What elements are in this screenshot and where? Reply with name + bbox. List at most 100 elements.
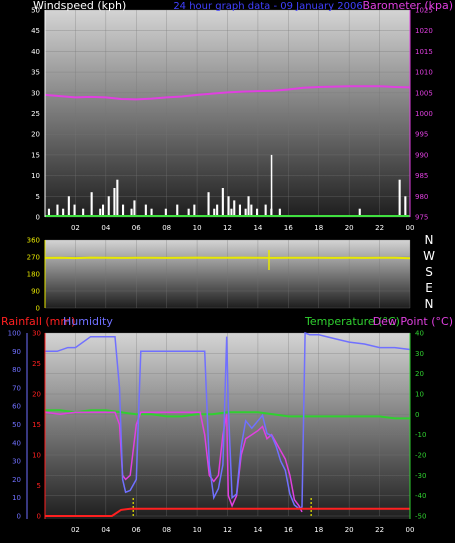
temperature-humidity-panel: 051015202530 0102030405060708090100 -50-…: [1, 315, 453, 534]
tick-label: 02: [71, 526, 80, 534]
tick-label: 18: [314, 224, 323, 232]
tick-label: 30: [415, 350, 424, 358]
wind-bar: [404, 196, 407, 217]
tick-label: 12: [223, 526, 232, 534]
tick-label: -20: [415, 452, 426, 460]
tick-label: 0: [17, 513, 21, 521]
tick-label: 30: [31, 89, 40, 97]
tick-label: 60: [12, 403, 21, 411]
wind-bar: [247, 196, 250, 217]
wind-bar: [221, 188, 224, 217]
tick-label: 1000: [415, 110, 433, 118]
barometer-axis-ticks: 975980985990995100010051010101510201025: [415, 7, 433, 222]
tick-label: 1005: [415, 89, 433, 97]
tick-label: 10: [12, 494, 21, 502]
tick-label: 10: [32, 452, 41, 460]
tick-label: -30: [415, 472, 426, 480]
tick-label: -40: [415, 492, 426, 500]
wind-bar: [398, 179, 401, 217]
direction-axis-ticks: 0 90 180 270 360: [27, 237, 40, 313]
tick-label: 90: [31, 288, 40, 296]
wind-axis-ticks: 05101520253035404550: [31, 7, 40, 222]
rain-axis-ticks: 0 5 10 15 20 25 30: [32, 330, 41, 521]
compass-label: N: [425, 233, 434, 247]
tick-label: 00: [406, 526, 415, 534]
wind-bar: [133, 200, 136, 217]
tick-label: 20: [345, 224, 354, 232]
tick-label: 1020: [415, 27, 433, 35]
humidity-axis-ticks: 0 10 20 30 40 50 60 70 80 90 100: [8, 330, 21, 521]
compass-label: N: [425, 297, 434, 311]
wind-bar: [233, 200, 236, 217]
tick-label: 20: [345, 526, 354, 534]
tick-label: 45: [31, 27, 40, 35]
tick-label: 990: [415, 151, 428, 159]
tick-label: 06: [132, 526, 141, 534]
wind-bar: [116, 179, 119, 217]
tick-label: 50: [12, 421, 21, 429]
compass-label: S: [425, 265, 433, 279]
tick-label: 100: [8, 330, 21, 338]
tick-label: 995: [415, 131, 428, 139]
weather-charts: 05101520253035404550 9759809859909951000…: [1, 0, 453, 534]
tick-label: 40: [31, 48, 40, 56]
tick-label: 10: [193, 526, 202, 534]
tick-label: 22: [375, 224, 384, 232]
tick-label: 0: [415, 411, 419, 419]
tick-label: 10: [193, 224, 202, 232]
tick-label: 25: [32, 360, 41, 368]
tick-label: 12: [223, 224, 232, 232]
tick-label: 16: [284, 224, 293, 232]
compass-label: W: [423, 249, 435, 263]
wind-direction-panel: 090180270360 NWSEN: [27, 233, 435, 313]
tick-label: 975: [415, 214, 428, 222]
tick-label: 40: [415, 330, 424, 338]
barometer-axis-label: Barometer (kpa): [362, 0, 453, 12]
tick-label: 20: [31, 131, 40, 139]
wind-barometer-panel: 05101520253035404550 9759809859909951000…: [31, 0, 453, 232]
tick-label: 02: [71, 224, 80, 232]
tick-label: 22: [375, 526, 384, 534]
tick-label: 20: [12, 476, 21, 484]
tick-label: 08: [162, 224, 171, 232]
tick-label: 16: [284, 526, 293, 534]
tick-label: 40: [12, 439, 21, 447]
x-axis-ticks: 02 04 06 08 10 12 14 16 18 20 22 00: [71, 224, 415, 232]
tick-label: 0: [36, 305, 40, 313]
tick-label: 0: [37, 513, 41, 521]
tick-label: 25: [31, 110, 40, 118]
tick-label: 270: [27, 254, 40, 262]
dewpoint-axis-label: Dew Point (°C): [373, 315, 453, 328]
tick-label: 980: [415, 193, 428, 201]
tick-label: 14: [253, 526, 262, 534]
temperature-axis-ticks: -50 -40 -30 -20 -10 0 10 20 30 40: [415, 330, 426, 521]
chart-title: 24 hour graph data - 09 January 2006: [173, 1, 362, 12]
tick-label: 04: [101, 224, 110, 232]
wind-bar: [107, 196, 110, 217]
tick-label: 04: [101, 526, 110, 534]
tick-label: 360: [27, 237, 40, 245]
direction-line: [44, 256, 411, 260]
wind-bar: [227, 196, 230, 217]
tick-label: 14: [253, 224, 262, 232]
wind-bar: [113, 188, 116, 217]
humidity-axis-label: Humidity: [63, 315, 113, 328]
tick-label: 20: [415, 370, 424, 378]
wind-bar: [207, 192, 210, 217]
tick-label: 70: [12, 384, 21, 392]
tick-label: -10: [415, 431, 426, 439]
tick-label: 10: [31, 172, 40, 180]
tick-label: 15: [32, 421, 41, 429]
tick-label: 10: [415, 391, 424, 399]
tick-label: 90: [12, 348, 21, 356]
tick-label: 80: [12, 366, 21, 374]
tick-label: 180: [27, 271, 40, 279]
tick-label: 5: [37, 482, 41, 490]
tick-label: -50: [415, 513, 426, 521]
tick-label: 985: [415, 172, 428, 180]
tick-label: 1010: [415, 69, 433, 77]
tick-label: 0: [36, 214, 40, 222]
wind-bar: [90, 192, 93, 217]
tick-label: 35: [31, 69, 40, 77]
wind-bar: [67, 196, 70, 217]
